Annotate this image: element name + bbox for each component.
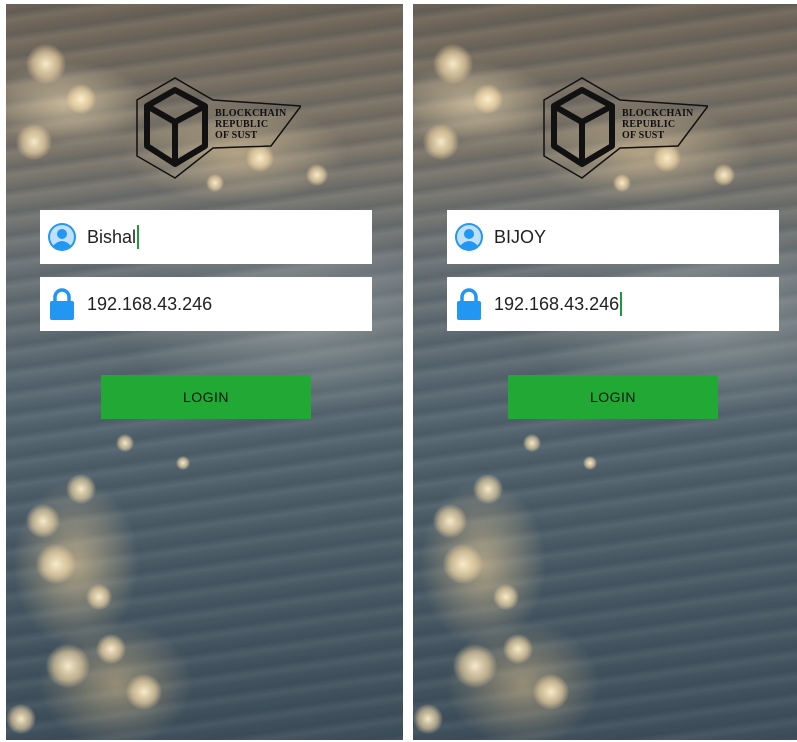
username-value: Bishal [87,226,137,247]
password-value: 192.168.43.246 [494,293,620,314]
logo-text: BLOCKCHAIN REPUBLIC OF SUST [215,108,286,141]
password-input[interactable]: 192.168.43.246 [494,292,623,316]
brand-logo: BLOCKCHAIN REPUBLIC OF SUST [129,76,301,180]
user-avatar-icon [45,220,79,254]
login-screen-right: BLOCKCHAIN REPUBLIC OF SUST BIJOY 192.16 [413,4,797,740]
password-field[interactable]: 192.168.43.246 [40,277,372,331]
text-caret [620,292,623,316]
logo-line-1: BLOCKCHAIN [215,108,287,119]
password-input[interactable]: 192.168.43.246 [87,294,212,315]
login-button[interactable]: LOGIN [101,375,311,419]
logo-line-2: REPUBLIC [215,119,269,130]
username-value: BIJOY [494,226,547,247]
lock-icon [452,287,486,321]
brand-logo: BLOCKCHAIN REPUBLIC OF SUST [536,76,708,180]
password-field[interactable]: 192.168.43.246 [447,277,779,331]
login-screen-left: BLOCKCHAIN REPUBLIC OF SUST Bishal 192.1… [6,4,403,740]
username-field[interactable]: BIJOY [447,210,779,264]
username-input[interactable]: BIJOY [494,227,546,248]
logo-line-3: OF SUST [622,130,665,141]
user-avatar-icon [452,220,486,254]
password-value: 192.168.43.246 [87,293,213,314]
logo-line-2: REPUBLIC [622,119,676,130]
logo-text: BLOCKCHAIN REPUBLIC OF SUST [622,108,693,141]
text-caret [137,225,140,249]
login-button[interactable]: LOGIN [508,375,718,419]
logo-line-1: BLOCKCHAIN [622,108,694,119]
username-input[interactable]: Bishal [87,225,140,249]
lock-icon [45,287,79,321]
logo-line-3: OF SUST [215,130,258,141]
username-field[interactable]: Bishal [40,210,372,264]
